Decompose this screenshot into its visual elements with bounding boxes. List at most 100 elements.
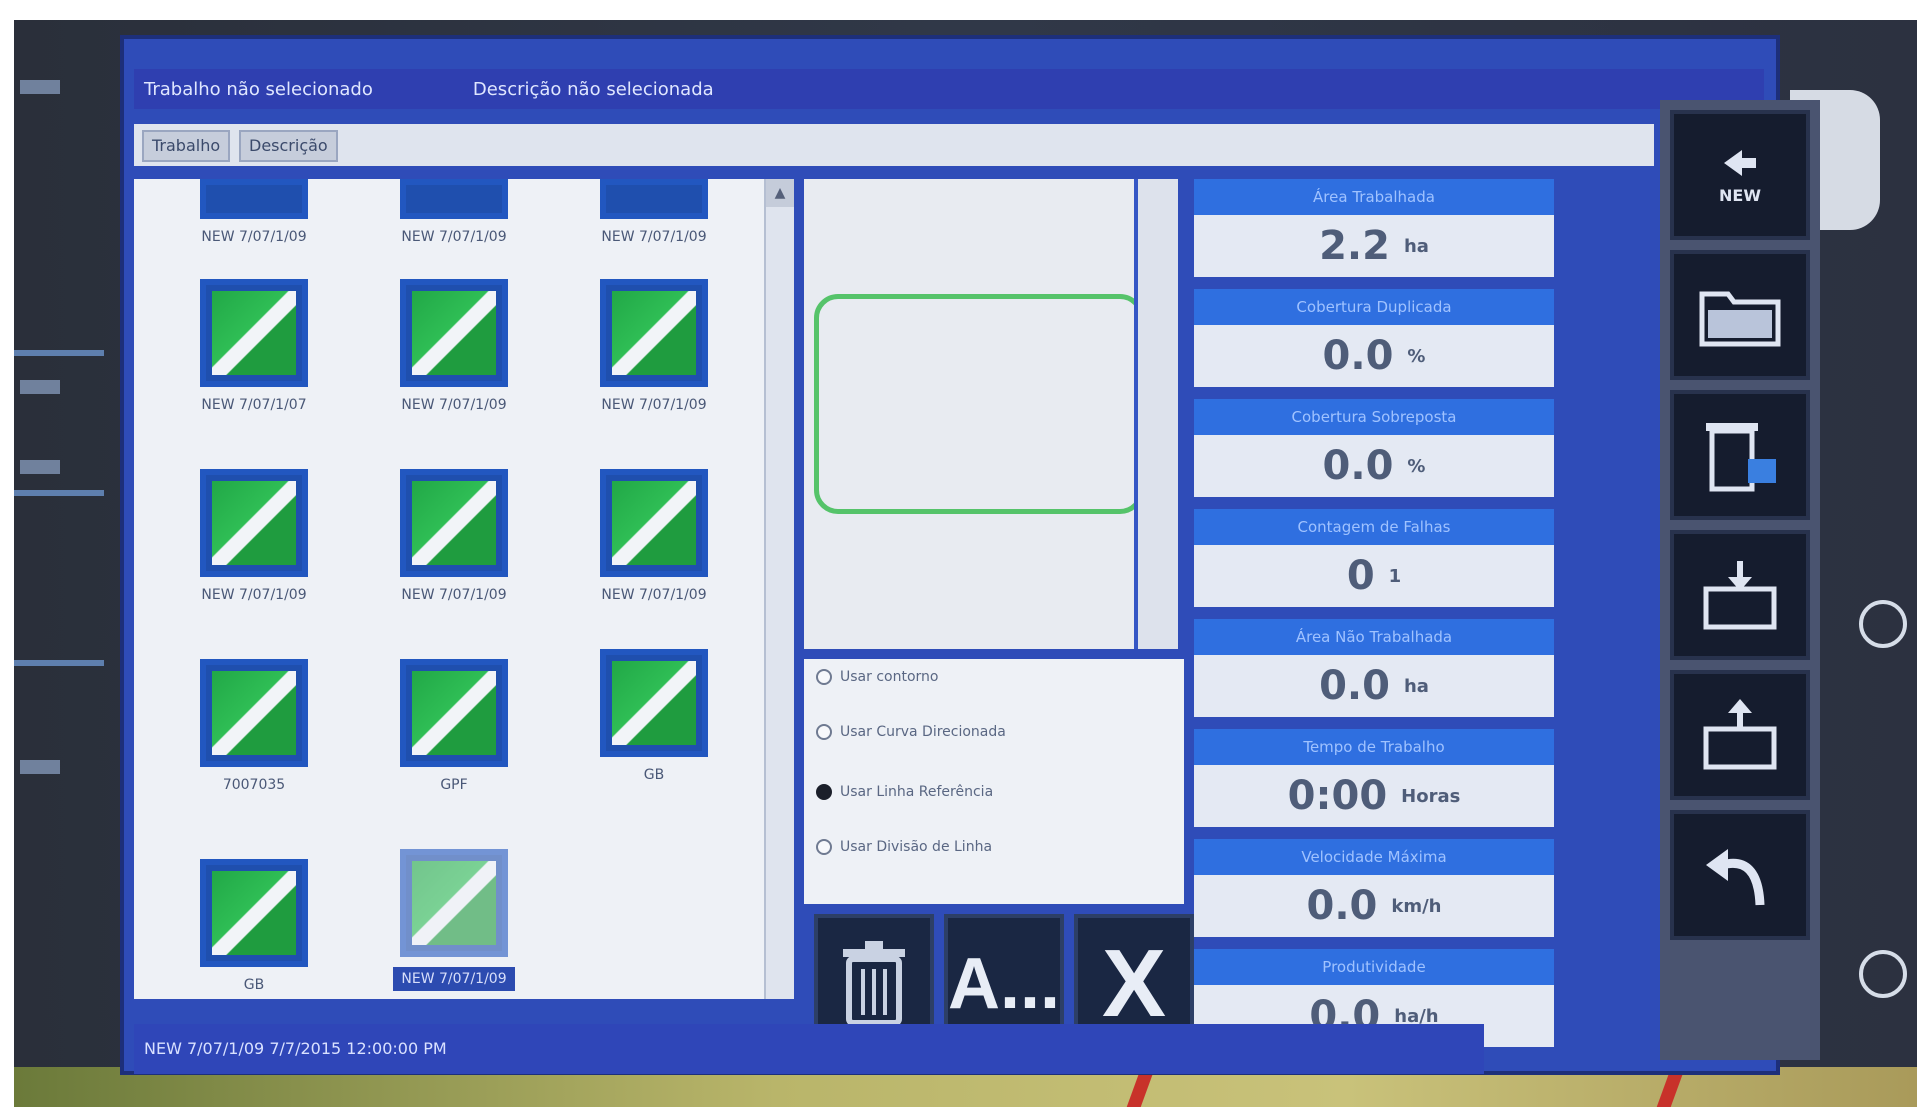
file-item[interactable]: NEW 7/07/1/09 — [164, 179, 344, 245]
file-item[interactable]: NEW 7/07/1/09 — [364, 279, 544, 413]
option-label: Usar contorno — [840, 669, 939, 685]
export-icon — [1703, 699, 1777, 770]
stat-number: 0:00 — [1287, 773, 1388, 819]
undo-button[interactable] — [1670, 810, 1810, 940]
stat-unit: ha — [1403, 235, 1429, 257]
file-label: NEW 7/07/1/09 — [401, 229, 507, 245]
right-bezel — [1837, 80, 1917, 1080]
file-icon — [400, 659, 508, 767]
file-label: NEW 7/07/1/09 — [601, 587, 707, 603]
radio-button[interactable] — [816, 724, 832, 740]
file-label: NEW 7/07/1/09 — [393, 967, 515, 991]
file-label: NEW 7/07/1/09 — [601, 397, 707, 413]
file-item[interactable]: NEW 7/07/1/09 — [564, 469, 744, 603]
stat-number: 0 — [1346, 553, 1375, 599]
option-reference-line[interactable]: Usar Linha Referência — [816, 784, 993, 800]
file-list: NEW 7/07/1/09 NEW 7/07/1/09 NEW 7/07/1/0… — [134, 179, 784, 999]
file-item[interactable]: NEW 7/07/1/09 — [564, 179, 744, 245]
chevron-up-icon[interactable]: ▲ — [766, 179, 794, 207]
file-item[interactable]: NEW 7/07/1/09 — [364, 469, 544, 603]
radio-button[interactable] — [816, 784, 832, 800]
new-button[interactable]: NEW — [1670, 110, 1810, 240]
file-item[interactable]: GB — [564, 649, 744, 783]
stat-work-time: Tempo de Trabalho 0:00 Horas — [1194, 729, 1554, 839]
window-title-bar: Trabalho não selecionado Descrição não s… — [134, 69, 1764, 109]
radio-button[interactable] — [816, 669, 832, 685]
status-bar: NEW 7/07/1/09 7/7/2015 12:00:00 PM — [134, 1024, 1484, 1074]
stat-gap-count: Contagem de Falhas 0 1 — [1194, 509, 1554, 619]
file-label: NEW 7/07/1/09 — [401, 397, 507, 413]
radio-button[interactable] — [816, 839, 832, 855]
stat-value: 2.2 ha — [1194, 215, 1554, 277]
bezel-text — [20, 380, 60, 394]
stat-value: 0.0 % — [1194, 325, 1554, 387]
stat-label: Área Trabalhada — [1194, 179, 1554, 215]
file-icon — [400, 469, 508, 577]
file-icon — [600, 649, 708, 757]
option-label: Usar Curva Direcionada — [840, 724, 1006, 740]
bezel-text — [20, 460, 60, 474]
file-label: GB — [643, 767, 665, 783]
stat-unit: Horas — [1401, 785, 1461, 807]
stat-unit: % — [1407, 345, 1426, 367]
stat-overlap-coverage: Cobertura Sobreposta 0.0 % — [1194, 399, 1554, 509]
preview-scrollbar[interactable] — [1134, 179, 1178, 649]
bezel-tick — [14, 350, 104, 356]
option-label: Usar Linha Referência — [840, 784, 994, 800]
delete-files-button[interactable] — [1670, 390, 1810, 520]
side-button-column: NEW — [1660, 100, 1820, 1060]
stat-unit: ha — [1403, 675, 1429, 697]
toolbar: Trabalho Descrição — [134, 124, 1654, 166]
import-button[interactable] — [1670, 530, 1810, 660]
option-line-split[interactable]: Usar Divisão de Linha — [816, 839, 992, 855]
stat-label: Produtividade — [1194, 949, 1554, 985]
file-icon — [200, 469, 308, 577]
file-icon — [200, 179, 308, 219]
file-item[interactable]: NEW 7/07/1/09 — [364, 179, 544, 245]
stat-number: 0.0 — [1319, 663, 1390, 709]
undo-icon — [1706, 849, 1765, 906]
file-label: NEW 7/07/1/09 — [601, 229, 707, 245]
left-bezel — [14, 60, 124, 1080]
file-icon — [600, 179, 708, 219]
trash-icon — [843, 941, 905, 1026]
job-title: Trabalho não selecionado — [144, 78, 373, 100]
file-icon — [600, 469, 708, 577]
open-folder-button[interactable] — [1670, 250, 1810, 380]
new-button-label: NEW — [1719, 185, 1761, 205]
file-item[interactable]: 7007035 — [164, 659, 344, 793]
file-label: 7007035 — [222, 777, 286, 793]
tab-description[interactable]: Descrição — [239, 130, 338, 162]
file-icon — [400, 279, 508, 387]
stat-value: 0.0 ha — [1194, 655, 1554, 717]
file-label: NEW 7/07/1/09 — [201, 229, 307, 245]
delete-bin-icon — [1706, 423, 1776, 492]
file-item[interactable]: NEW 7/07/1/09 — [164, 469, 344, 603]
stat-unworked-area: Área Não Trabalhada 0.0 ha — [1194, 619, 1554, 729]
file-item[interactable]: GPF — [364, 659, 544, 793]
preview-divider — [804, 649, 1184, 657]
bezel-tick — [14, 490, 104, 496]
stat-double-coverage: Cobertura Duplicada 0.0 % — [1194, 289, 1554, 399]
stat-value: 0.0 % — [1194, 435, 1554, 497]
stat-number: 0.0 — [1306, 883, 1378, 929]
file-item-selected[interactable]: NEW 7/07/1/09 — [364, 849, 544, 991]
file-item[interactable]: GB — [164, 859, 344, 993]
option-curve[interactable]: Usar Curva Direcionada — [816, 724, 1006, 740]
file-item[interactable]: NEW 7/07/1/09 — [564, 279, 744, 413]
file-label: GB — [243, 977, 265, 993]
file-icon — [200, 859, 308, 967]
stat-number: 0.0 — [1322, 333, 1394, 379]
file-icon — [600, 279, 708, 387]
stat-label: Contagem de Falhas — [1194, 509, 1554, 545]
tab-job[interactable]: Trabalho — [142, 130, 231, 162]
file-item[interactable]: NEW 7/07/1/07 — [164, 279, 344, 413]
option-contour[interactable]: Usar contorno — [816, 669, 938, 685]
folder-icon — [1699, 291, 1781, 347]
file-label: NEW 7/07/1/09 — [201, 587, 307, 603]
back-arrow-icon — [1724, 149, 1756, 176]
file-list-scrollbar[interactable]: ▲ — [764, 179, 794, 999]
stat-worked-area: Área Trabalhada 2.2 ha — [1194, 179, 1554, 289]
export-button[interactable] — [1670, 670, 1810, 800]
job-statistics: Área Trabalhada 2.2 ha Cobertura Duplica… — [1194, 179, 1554, 1059]
